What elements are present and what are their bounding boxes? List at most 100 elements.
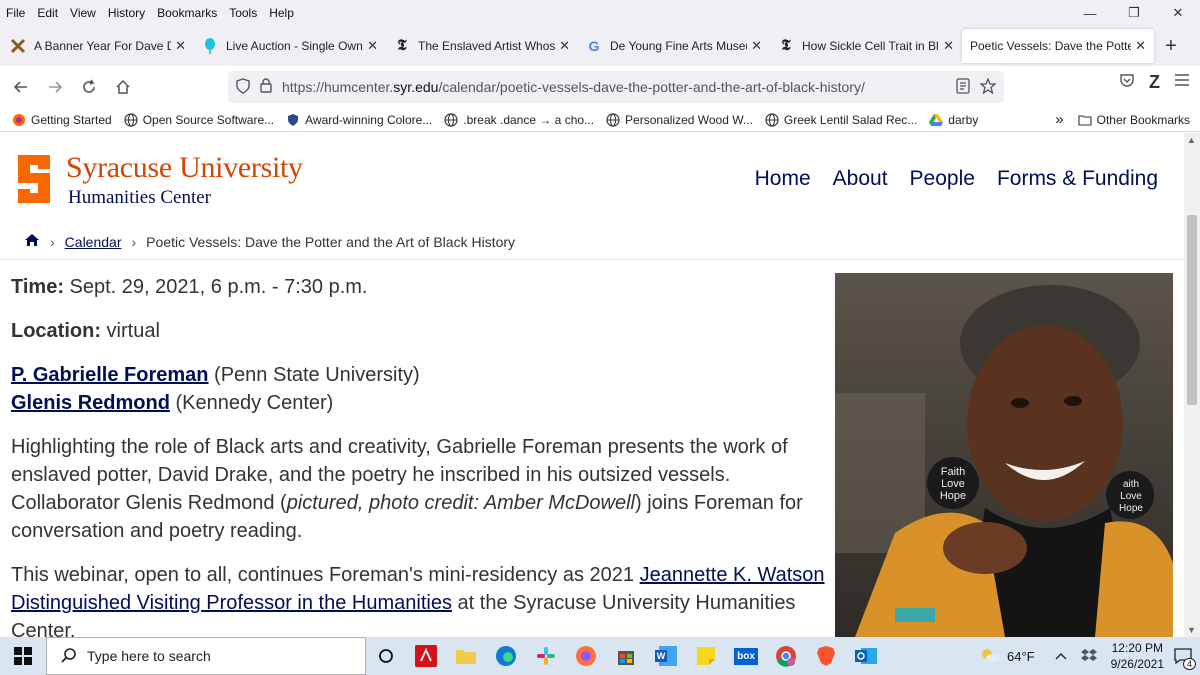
earring-text: Hope: [940, 490, 966, 502]
back-button[interactable]: [4, 71, 38, 103]
shield-icon: [286, 113, 300, 127]
home-button[interactable]: [106, 71, 140, 103]
site-title[interactable]: Syracuse University: [66, 151, 303, 185]
reload-button[interactable]: [72, 71, 106, 103]
breadcrumb-calendar-link[interactable]: Calendar: [65, 234, 122, 250]
search-icon: [61, 647, 77, 666]
speaker-redmond-link[interactable]: Glenis Redmond: [11, 392, 170, 414]
store-icon[interactable]: [606, 637, 646, 675]
home-icon[interactable]: [24, 233, 40, 250]
file-explorer-icon[interactable]: [446, 637, 486, 675]
weather-temp[interactable]: 64°F: [1007, 649, 1035, 664]
task-view-icon[interactable]: [366, 637, 406, 675]
acrobat-icon[interactable]: [406, 637, 446, 675]
close-icon[interactable]: ✕: [175, 38, 186, 54]
menu-edit[interactable]: Edit: [31, 6, 64, 20]
page-scrollbar[interactable]: ▲ ▼: [1184, 133, 1200, 637]
site-subtitle[interactable]: Humanities Center: [68, 187, 211, 209]
tab-de-young[interactable]: G De Young Fine Arts Museum ✕: [578, 29, 770, 63]
notification-icon[interactable]: 4: [1174, 647, 1196, 670]
breadcrumb-separator: ›: [50, 233, 55, 250]
menu-file[interactable]: File: [0, 6, 31, 20]
other-bookmarks-button[interactable]: Other Bookmarks: [1078, 113, 1190, 127]
menu-view[interactable]: View: [64, 6, 102, 20]
tab-live-auction[interactable]: Live Auction - Single Owner ✕: [194, 29, 386, 63]
close-window-button[interactable]: ✕: [1156, 0, 1200, 26]
bookmark-greek-lentil[interactable]: Greek Lentil Salad Rec...: [765, 113, 917, 127]
navigation-toolbar: https://humcenter. syr.edu/calendar/poeti…: [0, 66, 1200, 108]
word-icon[interactable]: W: [646, 637, 686, 675]
drive-icon: [929, 113, 944, 127]
bookmark-personalized-wood[interactable]: Personalized Wood W...: [606, 113, 753, 127]
menu-tools[interactable]: Tools: [223, 6, 263, 20]
bookmark-darby[interactable]: darby: [929, 113, 978, 127]
menu-bookmarks[interactable]: Bookmarks: [151, 6, 223, 20]
url-path: /calendar/poetic-vessels-dave-the-potter…: [438, 79, 865, 95]
slack-icon[interactable]: [526, 637, 566, 675]
close-icon[interactable]: ✕: [559, 38, 570, 54]
close-icon[interactable]: ✕: [943, 38, 954, 54]
url-bar[interactable]: https://humcenter. syr.edu/calendar/poeti…: [228, 71, 1004, 103]
time-value: Sept. 29, 2021, 6 p.m. - 7:30 p.m.: [63, 276, 368, 298]
weather-icon[interactable]: [979, 647, 1001, 666]
bookmark-label: Greek Lentil Salad Rec...: [783, 112, 918, 127]
dropbox-icon[interactable]: [1080, 648, 1097, 665]
forward-button[interactable]: [38, 71, 72, 103]
firefox-icon: [12, 113, 26, 127]
close-icon[interactable]: ✕: [1135, 38, 1146, 54]
reader-view-icon[interactable]: [956, 77, 970, 97]
box-icon[interactable]: box: [726, 637, 766, 675]
bookmarks-overflow-button[interactable]: »: [1055, 111, 1063, 128]
lock-icon[interactable]: [260, 78, 272, 96]
minimize-button[interactable]: —: [1068, 0, 1112, 26]
scroll-up-arrow-icon[interactable]: ▲: [1187, 135, 1196, 145]
new-tab-button[interactable]: +: [1156, 31, 1186, 61]
web-page: Syracuse University Humanities Center Ho…: [0, 133, 1184, 637]
hamburger-menu-icon[interactable]: [1174, 73, 1190, 92]
tab-enslaved-artist[interactable]: 𝕿 The Enslaved Artist Whose P ✕: [386, 29, 578, 63]
edge-icon[interactable]: [486, 637, 526, 675]
tracking-shield-icon[interactable]: [236, 77, 250, 97]
outlook-icon[interactable]: [846, 637, 886, 675]
zotero-icon[interactable]: Z: [1149, 72, 1160, 93]
close-icon[interactable]: ✕: [367, 38, 378, 54]
bookmark-getting-started[interactable]: Getting Started: [12, 113, 112, 127]
scroll-down-arrow-icon[interactable]: ▼: [1187, 625, 1196, 635]
menu-help[interactable]: Help: [263, 6, 300, 20]
bookmark-award-winning[interactable]: Award-winning Colore...: [286, 113, 432, 127]
globe-icon: [606, 112, 620, 127]
scroll-thumb[interactable]: [1187, 215, 1197, 405]
menu-history[interactable]: History: [102, 6, 151, 20]
chrome-icon[interactable]: [766, 637, 806, 675]
bookmark-label: .break .dance → a cho...: [463, 112, 595, 127]
tab-sickle-cell[interactable]: 𝕿 How Sickle Cell Trait in Black ✕: [770, 29, 962, 63]
tab-label: De Young Fine Arts Museum: [610, 39, 748, 53]
pocket-icon[interactable]: [1119, 72, 1135, 93]
bookmark-break-dance[interactable]: .break .dance → a cho...: [444, 113, 594, 127]
close-icon[interactable]: ✕: [751, 38, 762, 54]
earring-text: Love: [1120, 491, 1142, 502]
arrow-right-icon: [49, 81, 63, 93]
bookmark-open-source[interactable]: Open Source Software...: [124, 113, 274, 127]
nav-forms-funding[interactable]: Forms & Funding: [997, 167, 1158, 191]
syracuse-s-logo[interactable]: [14, 153, 54, 205]
breadcrumb-separator: ›: [131, 233, 137, 250]
nav-about[interactable]: About: [833, 167, 888, 191]
tab-banner-year[interactable]: A Banner Year For Dave Drake ✕: [2, 29, 194, 63]
nav-home[interactable]: Home: [755, 167, 811, 191]
taskbar-search[interactable]: Type here to search: [46, 637, 366, 675]
tab-poetic-vessels[interactable]: Poetic Vessels: Dave the Potter a ✕: [962, 29, 1154, 63]
firefox-taskbar-icon[interactable]: [566, 637, 606, 675]
speaker-foreman-link[interactable]: P. Gabrielle Foreman: [11, 364, 209, 386]
brave-icon[interactable]: [806, 637, 846, 675]
event-details: Time: Sept. 29, 2021, 6 p.m. - 7:30 p.m.…: [11, 273, 831, 637]
restore-button[interactable]: ❐: [1112, 0, 1156, 26]
sticky-notes-icon[interactable]: [686, 637, 726, 675]
nav-people[interactable]: People: [910, 167, 975, 191]
start-button[interactable]: [0, 637, 46, 675]
tray-expand-icon[interactable]: [1055, 649, 1067, 663]
taskbar-clock[interactable]: 12:20 PM 9/26/2021: [1111, 640, 1164, 672]
earring-text: Love: [941, 478, 965, 490]
clock-time: 12:20 PM: [1111, 641, 1163, 655]
bookmark-star-icon[interactable]: [979, 76, 997, 97]
